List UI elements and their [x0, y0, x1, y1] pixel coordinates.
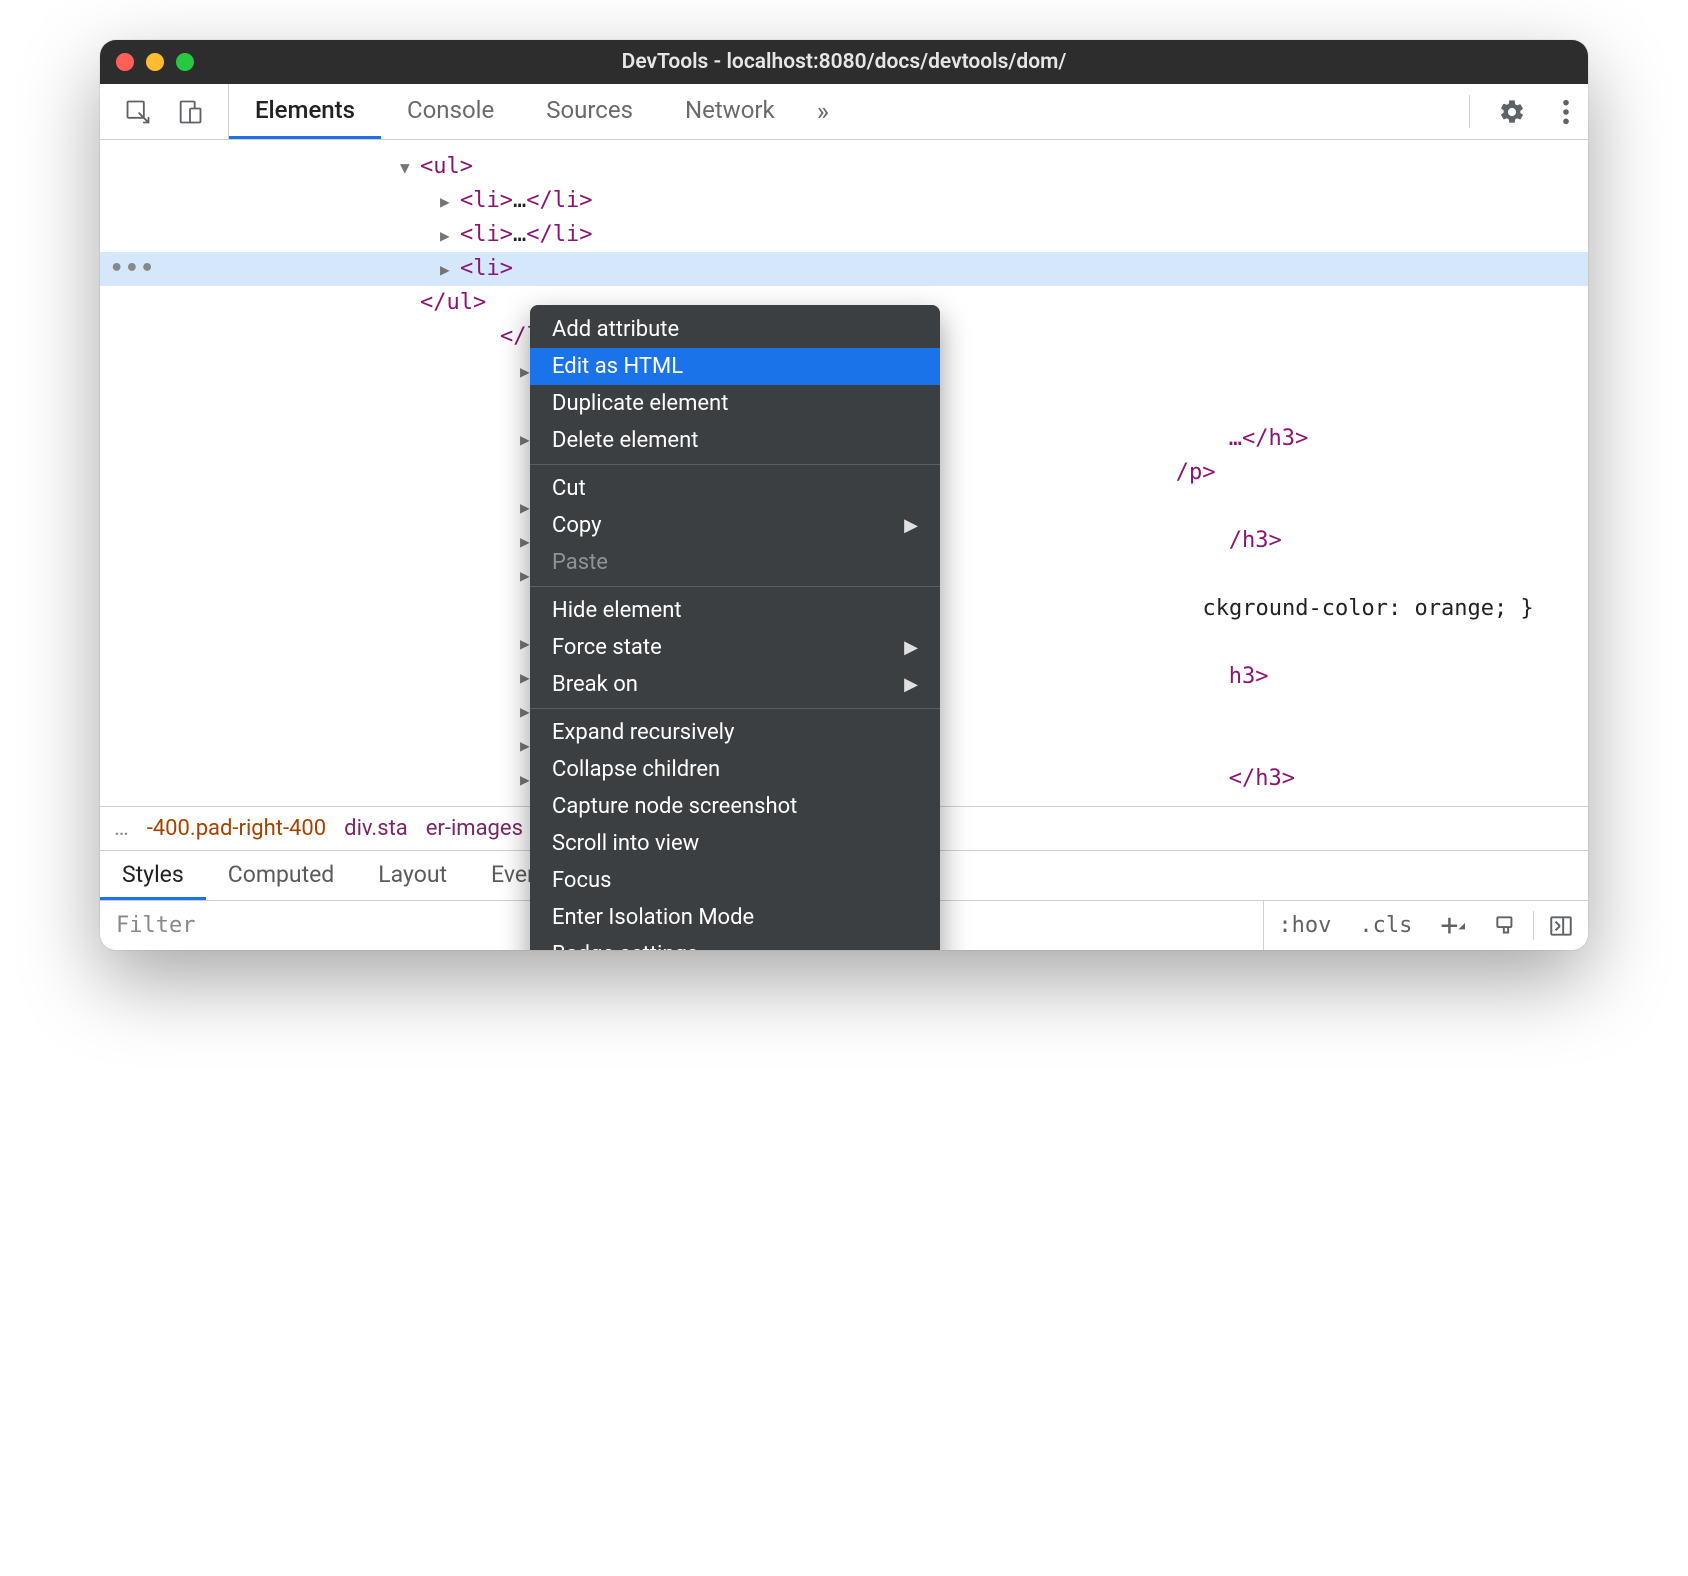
breadcrumb-more-left[interactable]: … — [114, 816, 129, 841]
dom-row[interactable]: •••▶<li> — [100, 252, 1588, 286]
tab-console[interactable]: Console — [381, 84, 520, 139]
context-menu-item[interactable]: Edit as HTML — [530, 348, 940, 385]
hov-toggle[interactable]: :hov — [1264, 901, 1345, 950]
maximize-window-button[interactable] — [176, 53, 194, 71]
device-toolbar-icon[interactable] — [176, 98, 204, 126]
context-menu-item[interactable]: Expand recursively — [530, 714, 940, 751]
submenu-arrow-icon: ▶ — [904, 637, 918, 658]
titlebar: DevTools - localhost:8080/docs/devtools/… — [100, 40, 1588, 84]
tab-sources[interactable]: Sources — [520, 84, 659, 139]
context-menu-item[interactable]: Enter Isolation Mode — [530, 899, 940, 936]
minimize-window-button[interactable] — [146, 53, 164, 71]
context-menu-item[interactable]: Cut — [530, 470, 940, 507]
cls-toggle[interactable]: .cls — [1345, 901, 1426, 950]
breadcrumb-item[interactable]: div.sta — [344, 816, 408, 841]
context-menu-item[interactable]: Copy▶ — [530, 507, 940, 544]
context-menu: Add attributeEdit as HTMLDuplicate eleme… — [530, 305, 940, 950]
main-toolbar: Elements Console Sources Network » — [100, 84, 1588, 140]
tab-elements[interactable]: Elements — [229, 84, 381, 139]
context-menu-item: Paste — [530, 544, 940, 581]
context-menu-item[interactable]: Capture node screenshot — [530, 788, 940, 825]
context-menu-item[interactable]: Collapse children — [530, 751, 940, 788]
kebab-menu-icon[interactable] — [1544, 98, 1588, 126]
submenu-arrow-icon: ▶ — [904, 674, 918, 695]
context-menu-item[interactable]: Force state▶ — [530, 629, 940, 666]
breadcrumb-item[interactable]: er-images — [426, 816, 523, 841]
context-menu-item[interactable]: Delete element — [530, 422, 940, 459]
context-menu-item[interactable]: Hide element — [530, 592, 940, 629]
computed-sidebar-toggle-icon[interactable] — [1534, 901, 1588, 950]
panel-tabs: Elements Console Sources Network — [229, 84, 801, 139]
dom-row[interactable]: ▶<li>…</li> — [100, 218, 1588, 252]
dom-row[interactable]: ▼<ul> — [100, 150, 1588, 184]
dom-row[interactable]: ▶<li>…</li> — [100, 184, 1588, 218]
context-menu-item[interactable]: Break on▶ — [530, 666, 940, 703]
breadcrumb-item[interactable]: -400.pad-right-400 — [147, 816, 326, 841]
inspect-element-icon[interactable] — [124, 98, 152, 126]
submenu-arrow-icon: ▶ — [904, 515, 918, 536]
more-tabs-icon[interactable]: » — [801, 97, 845, 127]
context-menu-item[interactable]: Duplicate element — [530, 385, 940, 422]
close-window-button[interactable] — [116, 53, 134, 71]
tab-network[interactable]: Network — [659, 84, 801, 139]
new-style-rule-icon[interactable]: +◢ — [1426, 901, 1479, 950]
window-title: DevTools - localhost:8080/docs/devtools/… — [100, 50, 1588, 74]
context-menu-item[interactable]: Add attribute — [530, 311, 940, 348]
traffic-lights — [116, 53, 194, 71]
context-menu-item[interactable]: Badge settings… — [530, 936, 940, 950]
context-menu-item[interactable]: Focus — [530, 862, 940, 899]
subtab-computed[interactable]: Computed — [206, 851, 357, 900]
settings-icon[interactable] — [1480, 98, 1544, 126]
devtools-window: DevTools - localhost:8080/docs/devtools/… — [100, 40, 1588, 950]
subtab-layout[interactable]: Layout — [356, 851, 469, 900]
context-menu-item[interactable]: Scroll into view — [530, 825, 940, 862]
subtab-styles[interactable]: Styles — [100, 851, 206, 900]
paint-brush-icon[interactable] — [1479, 901, 1533, 950]
